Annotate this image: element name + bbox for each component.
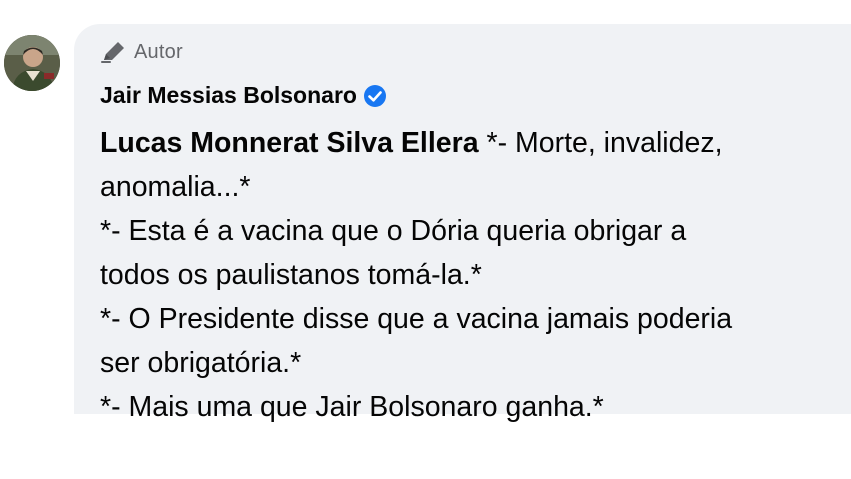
mention-link[interactable]: Lucas Monnerat Silva Ellera <box>100 127 479 159</box>
comment-line: *- Mais uma que Jair Bolsonaro ganha.* <box>100 391 604 423</box>
comment-screenshot: Autor Jair Messias Bolsonaro Lucas Monne… <box>0 0 851 479</box>
comment-line: ser obrigatória.* <box>100 347 302 379</box>
comment-line-text: *- Morte, invalidez, <box>478 127 723 159</box>
comment-text: Lucas Monnerat Silva Ellera *- Morte, in… <box>100 121 845 429</box>
author-badge: Autor <box>100 40 183 64</box>
comment-line: todos os paulistanos tomá-la.* <box>100 259 482 291</box>
avatar[interactable] <box>4 35 60 91</box>
author-name[interactable]: Jair Messias Bolsonaro <box>100 82 357 109</box>
author-row: Jair Messias Bolsonaro <box>100 82 387 109</box>
comment-bubble: Autor Jair Messias Bolsonaro Lucas Monne… <box>74 24 851 423</box>
comment-line: *- Esta é a vacina que o Dória queria ob… <box>100 215 687 247</box>
verified-badge-icon <box>363 84 386 107</box>
pen-icon <box>101 42 124 63</box>
author-badge-label: Autor <box>134 40 183 63</box>
comment-line: Lucas Monnerat Silva Ellera *- Morte, in… <box>100 121 845 165</box>
comment-line: anomalia...* <box>100 171 251 203</box>
comment-line: *- O Presidente disse que a vacina jamai… <box>100 303 733 335</box>
profile-photo-icon <box>4 35 60 91</box>
